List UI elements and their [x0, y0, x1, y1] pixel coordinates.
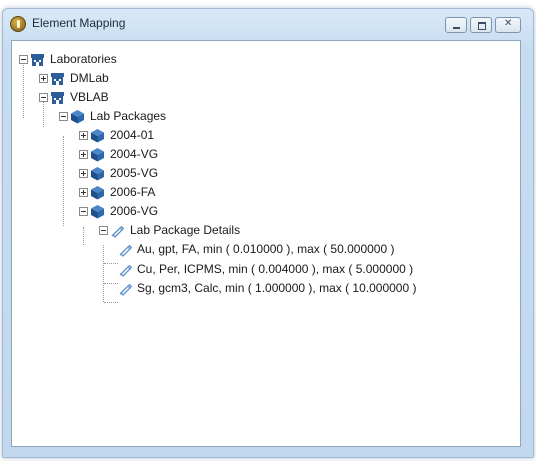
pen-icon	[111, 225, 125, 238]
building-icon	[51, 92, 64, 104]
tree-connector	[104, 302, 118, 303]
collapse-toggle[interactable]	[79, 207, 88, 216]
tree-connector	[104, 283, 118, 284]
collapse-toggle[interactable]	[59, 112, 68, 121]
expand-toggle[interactable]	[39, 74, 48, 83]
expand-toggle[interactable]	[79, 169, 88, 178]
building-icon	[51, 73, 64, 85]
tree-connector	[103, 245, 104, 302]
collapse-toggle[interactable]	[39, 93, 48, 102]
cube-icon	[91, 205, 104, 219]
app-icon	[10, 16, 26, 32]
close-button[interactable]	[495, 17, 521, 33]
tree-node-label: Laboratories	[50, 52, 117, 66]
tree-connector	[23, 62, 24, 118]
minimize-button[interactable]	[445, 17, 467, 33]
cube-icon	[91, 148, 104, 162]
cube-icon	[91, 167, 104, 181]
tree-node-label: Lab Packages	[90, 109, 167, 123]
cube-icon	[91, 129, 104, 143]
tree-connector	[83, 227, 84, 245]
tree-node-label: 2006-FA	[110, 185, 156, 199]
building-icon	[31, 54, 44, 66]
tree-node-label: Lab Package Details	[130, 223, 241, 237]
tree-node-label: VBLAB	[70, 90, 109, 104]
maximize-button[interactable]	[470, 17, 492, 33]
tree-panel: Laboratories DMLab VBLAB Lab Packages 20…	[11, 40, 521, 447]
expand-toggle[interactable]	[79, 188, 88, 197]
title-bar[interactable]: Element Mapping	[3, 9, 533, 39]
tree-node-label: DMLab	[70, 71, 109, 85]
collapse-toggle[interactable]	[19, 55, 28, 64]
tree-connector	[104, 263, 118, 264]
expand-toggle[interactable]	[79, 131, 88, 140]
tree-node-label: 2004-01	[110, 128, 155, 142]
tree-node-label: Cu, Per, ICPMS, min ( 0.004000 ), max ( …	[137, 262, 414, 276]
tree-node-label: 2004-VG	[110, 147, 159, 161]
pen-icon	[119, 283, 133, 296]
tree-node-label: Sg, gcm3, Calc, min ( 1.000000 ), max ( …	[137, 281, 417, 295]
pen-icon	[119, 264, 133, 277]
tree-connector	[63, 136, 64, 226]
expand-toggle[interactable]	[79, 150, 88, 159]
cube-icon	[91, 186, 104, 200]
element-mapping-window: Element Mapping Laboratories	[2, 8, 534, 458]
tree-connector	[43, 99, 44, 127]
tree-node-label: 2006-VG	[110, 204, 159, 218]
collapse-toggle[interactable]	[99, 226, 108, 235]
cube-icon	[71, 110, 84, 124]
tree-node-label: Au, gpt, FA, min ( 0.010000 ), max ( 50.…	[137, 242, 395, 256]
window-title: Element Mapping	[32, 16, 126, 30]
tree-node-label: 2005-VG	[110, 166, 159, 180]
pen-icon	[119, 244, 133, 257]
